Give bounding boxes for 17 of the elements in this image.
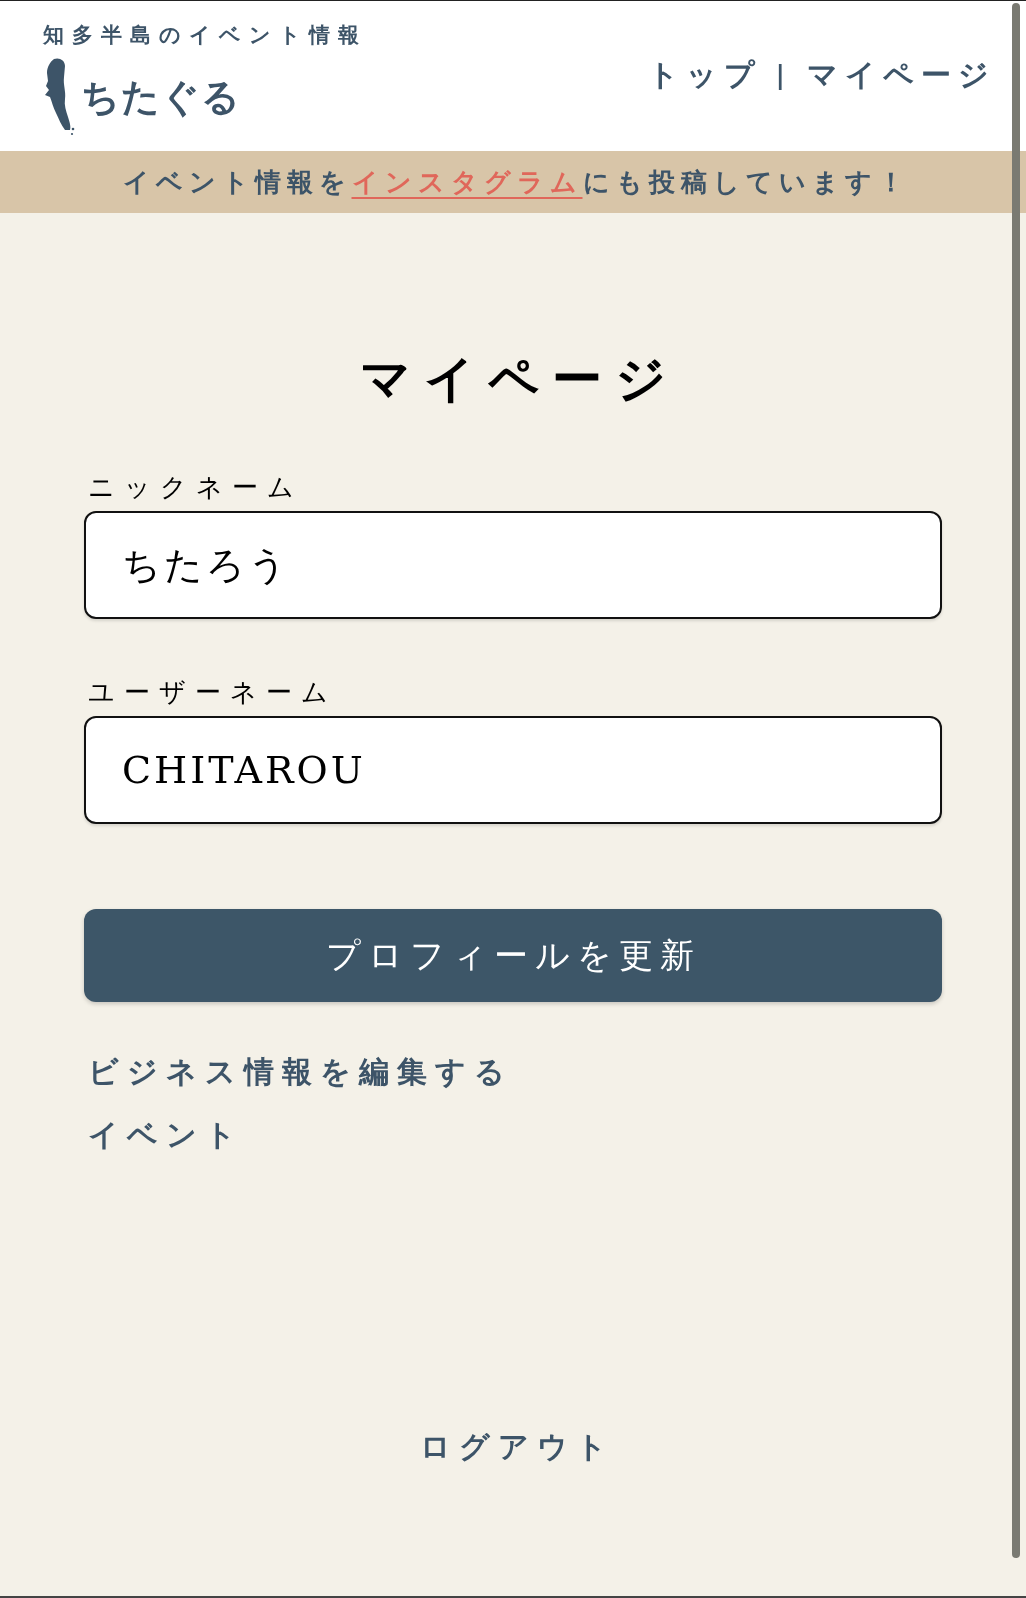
announcement-text: イベント情報を インスタグラム にも投稿しています！ xyxy=(121,166,910,199)
nav-separator: | xyxy=(775,59,785,92)
menu-link[interactable]: ビジネス情報を編集する xyxy=(88,1050,513,1094)
field-label: ユーザーネーム xyxy=(88,676,337,709)
menu-link[interactable]: イベント xyxy=(88,1113,244,1157)
field-label: ニックネーム xyxy=(88,471,303,504)
logout-link[interactable]: ログアウト xyxy=(411,1425,615,1469)
site-logo-link[interactable]: ちたぐる xyxy=(43,57,241,137)
scrollbar-thumb[interactable] xyxy=(1012,3,1020,1558)
nav-link[interactable]: トップ xyxy=(647,55,762,95)
site-tagline: 知多半島のイベント情報 xyxy=(43,21,367,49)
text-field[interactable]: CHITAROU xyxy=(84,716,942,824)
nav-link[interactable]: マイページ xyxy=(807,55,996,95)
text-field[interactable]: ちたろう xyxy=(84,511,942,619)
silhouette-logo-icon xyxy=(43,57,77,137)
update-profile-button[interactable]: プロフィールを更新 xyxy=(84,909,942,1002)
page-title: マイページ xyxy=(359,348,679,410)
